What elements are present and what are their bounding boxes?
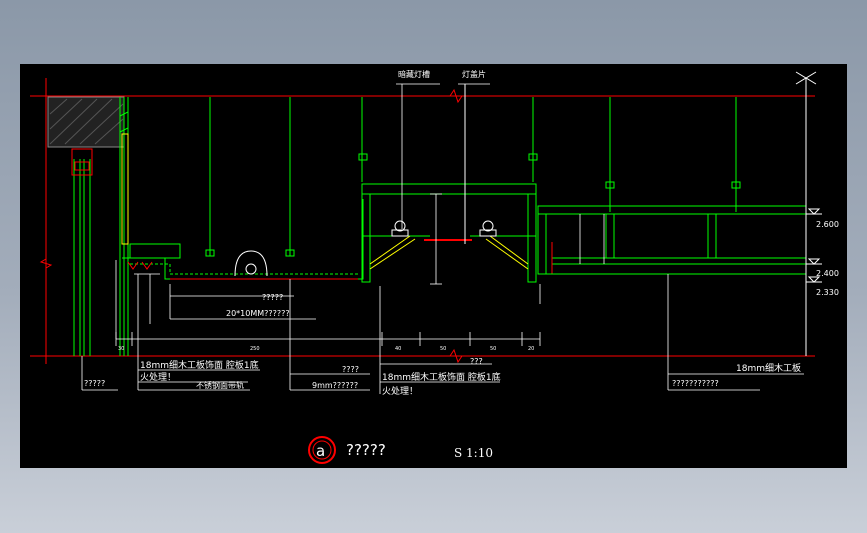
light-trough-top — [361, 183, 537, 195]
cove-slope-right — [485, 235, 529, 270]
label-q5a: ????? — [262, 293, 283, 302]
right-ceiling-lower — [551, 257, 807, 265]
level-2400: 2.400 — [816, 269, 839, 278]
label-left-q5: ????? — [84, 379, 105, 388]
label-right-long: ??????????? — [672, 379, 719, 388]
svg-text:50: 50 — [490, 346, 496, 352]
label-9mm: 9mm?????? — [312, 381, 358, 390]
cove-slope-left — [369, 235, 416, 270]
svg-text:20: 20 — [528, 346, 534, 352]
svg-text:50: 50 — [440, 346, 446, 352]
cad-drawing-canvas: 30 250 40 50 50 20 暗藏灯槽 灯盖片 ????? 20*10MM??… — [20, 64, 847, 468]
label-fire-treatment-b: 火处理！ — [382, 385, 418, 397]
svg-text:250: 250 — [250, 346, 260, 352]
light-fixtures — [391, 220, 497, 237]
suspension-rods — [209, 97, 737, 256]
label-q3: ??? — [470, 357, 483, 366]
label-light-cover: 灯盖片 — [462, 69, 486, 79]
label-18mm-b: 18mm细木工板饰面 腔板1底 — [382, 371, 501, 383]
label-20x10: 20*10MM?????? — [226, 309, 290, 318]
section-drawing: 30 250 40 50 50 20 暗藏灯槽 灯盖片 ????? 20*10MM??… — [30, 69, 839, 464]
level-2600: 2.600 — [816, 220, 839, 229]
right-ceiling-upper — [537, 205, 807, 215]
label-18mm-a: 18mm细木工板饰面 腔板1底 — [140, 359, 259, 371]
drawing-scale: S 1:10 — [454, 446, 493, 460]
level-2330: 2.330 — [816, 288, 839, 297]
ceiling-drop-box — [129, 243, 181, 259]
detail-mark-letter: a — [316, 442, 325, 460]
dimension-lines — [115, 193, 605, 346]
svg-text:30: 30 — [118, 346, 124, 352]
label-18mm-right: 18mm细木工板 — [736, 362, 801, 374]
label-q4: ???? — [342, 365, 359, 374]
wall-board — [121, 133, 129, 245]
label-hidden-light-trough: 暗藏灯槽 — [398, 69, 430, 79]
label-fire-treatment-a: 火处理！ — [140, 371, 176, 383]
label-stainless-track: 不锈钢面带轨 — [196, 380, 244, 390]
svg-text:40: 40 — [395, 346, 401, 352]
concrete-column — [47, 96, 125, 148]
detail-title: ????? — [346, 441, 386, 459]
